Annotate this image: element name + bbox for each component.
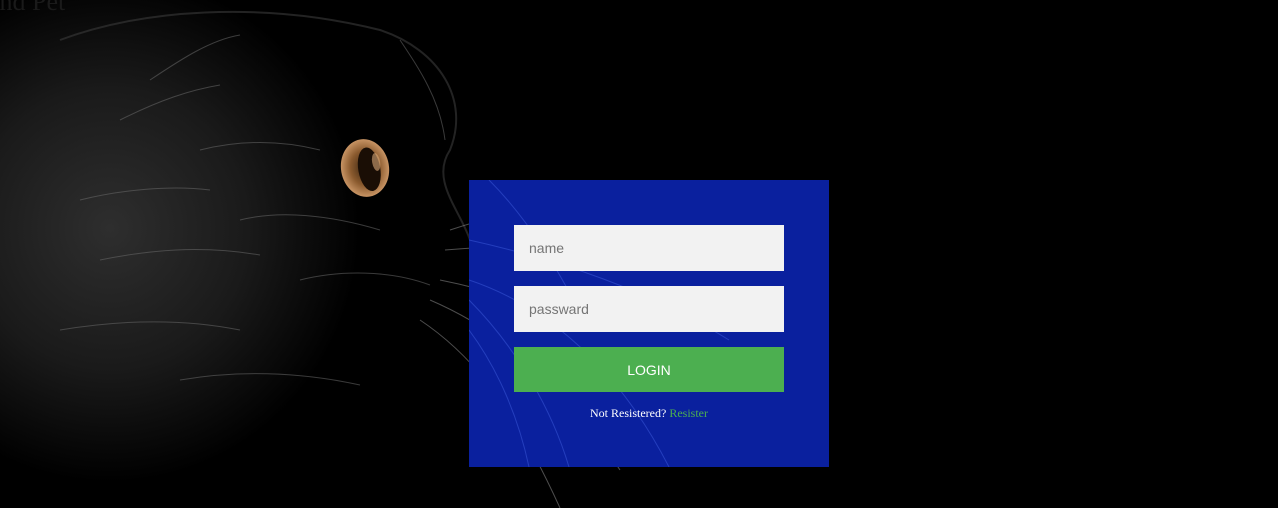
login-button[interactable]: LOGIN [514,347,784,392]
password-input[interactable] [514,286,784,332]
register-prompt-text: Not Resistered? [590,406,667,420]
name-input[interactable] [514,225,784,271]
login-panel: LOGIN Not Resistered? Resister [469,180,829,467]
login-form: LOGIN Not Resistered? Resister [514,225,784,421]
page-title: and Pet [0,0,66,16]
register-link[interactable]: Resister [669,406,708,420]
login-page: and Pet LOGIN Not Resistered? Resister [0,0,1278,508]
register-prompt-line: Not Resistered? Resister [514,406,784,421]
